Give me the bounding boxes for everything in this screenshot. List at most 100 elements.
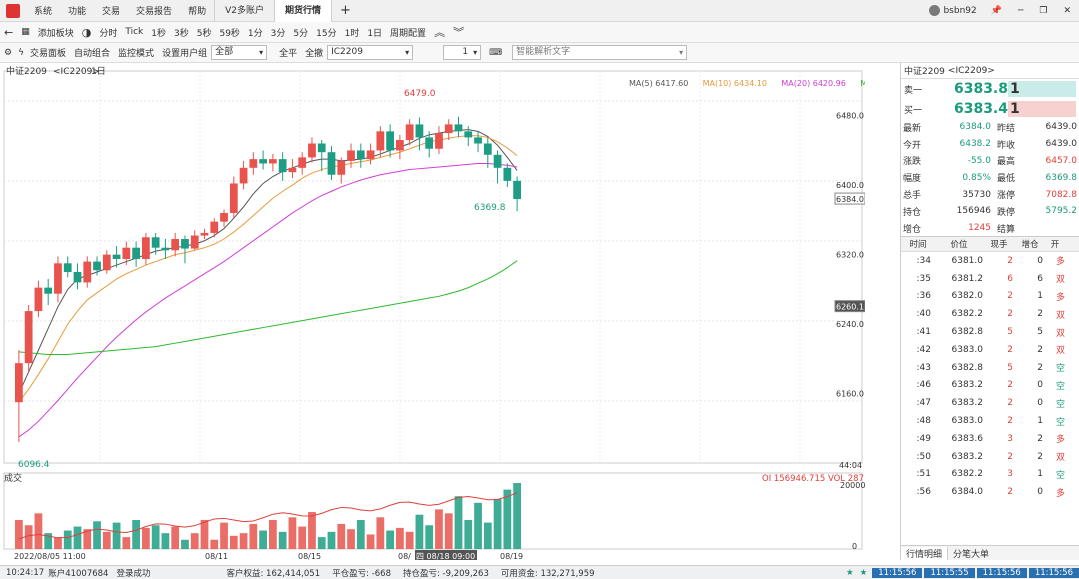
chart-svg[interactable]: 中证2209 <IC2209> 1日 MA(5) 6417.60 MA(10) 6… <box>0 63 865 560</box>
tab-multi-account[interactable]: V2多账户 <box>214 0 274 22</box>
period-1h[interactable]: 1时 <box>341 26 364 39</box>
star-icon[interactable]: ★ <box>843 568 857 578</box>
trade-cell-c: 2 <box>1037 344 1043 355</box>
trade-cell-t: :50 <box>916 451 931 462</box>
close-icon[interactable]: ✕ <box>1063 6 1071 16</box>
col-change: 增仓 <box>1021 240 1039 250</box>
trade-cell-p: 6382.2 <box>951 309 984 320</box>
volume-bar <box>386 530 394 549</box>
menu-help[interactable]: 帮助 <box>180 4 214 17</box>
period-59s[interactable]: 59秒 <box>215 26 243 39</box>
status-account: 账户41007684 <box>48 568 109 579</box>
add-block-button[interactable]: 添加板块 <box>34 26 78 39</box>
menu-trade-report[interactable]: 交易报告 <box>128 4 180 17</box>
monitor-mode-button[interactable]: 监控模式 <box>114 46 158 59</box>
price-tick: 6160.0 <box>836 390 864 399</box>
status-available: 可用资金: 132,271,959 <box>500 568 595 579</box>
volume-bar <box>34 513 43 549</box>
lightning-icon[interactable]: ϟ <box>16 48 26 58</box>
period-fenshi[interactable]: 分时 <box>95 26 121 39</box>
status-position-pnl: 持仓盈亏: -9,209,263 <box>402 568 489 579</box>
status-time: 10:24:17 <box>6 567 45 578</box>
contract-input[interactable]: IC2209 <box>327 45 414 60</box>
sell1-price[interactable]: 6383.8 <box>952 81 1008 97</box>
candle <box>63 263 72 272</box>
col-open: 开 <box>1050 240 1060 250</box>
status-login: 登录成功 <box>116 568 151 579</box>
quantity-stepper[interactable]: 1 <box>443 45 482 60</box>
trade-cell-c: 1 <box>1037 291 1043 302</box>
volume-bar <box>220 522 228 549</box>
period-5s[interactable]: 5秒 <box>193 26 216 39</box>
tab-quote-detail[interactable]: 行情明细 <box>901 546 949 560</box>
candle <box>308 143 316 158</box>
smart-parse-input[interactable]: 智能解析文字 <box>512 45 688 60</box>
add-tab-button[interactable]: + <box>332 3 359 18</box>
avatar[interactable] <box>929 5 941 16</box>
keyboard-icon[interactable]: ⌨ <box>485 48 506 58</box>
date-label: 2022/08/05 11:00 <box>14 552 86 560</box>
add-block-icon[interactable]: ▦ <box>17 27 34 37</box>
quote-label: 最新 <box>903 123 922 134</box>
trade-cell-c: 5 <box>1037 327 1043 338</box>
volume-bar <box>337 523 346 549</box>
quote-label: 总手 <box>903 191 922 202</box>
volume-bar <box>405 531 414 549</box>
period-3s[interactable]: 3秒 <box>170 26 193 39</box>
quote-value: 6384.0 <box>959 122 992 133</box>
chevron-up-icon[interactable]: ︽ <box>430 24 449 40</box>
candle <box>15 363 23 403</box>
restore-icon[interactable]: ❐ <box>1039 6 1047 16</box>
trade-panel-button[interactable]: 交易面板 <box>26 46 70 59</box>
period-1m[interactable]: 1分 <box>244 26 267 39</box>
chevron-down-icon[interactable]: ︾ <box>449 24 468 40</box>
trade-cell-p: 6383.2 <box>951 380 984 391</box>
auto-combo-button[interactable]: 自动组合 <box>70 46 114 59</box>
candle <box>386 131 394 151</box>
user-group-select[interactable]: 全部 <box>211 45 268 60</box>
volume-bar <box>288 517 297 549</box>
user-name[interactable]: bsbn92 <box>943 6 976 16</box>
period-5m[interactable]: 5分 <box>289 26 312 39</box>
candle <box>269 159 277 164</box>
tab-futures-quote[interactable]: 期货行情 <box>273 0 332 22</box>
menu-system[interactable]: 系统 <box>26 4 60 17</box>
kline-chart[interactable]: 中证2209 <IC2209> 1日 MA(5) 6417.60 MA(10) 6… <box>0 63 865 560</box>
buy1-qty[interactable]: 1 <box>1008 101 1076 117</box>
ma-legend-3: MA(60) 6312.81 <box>860 79 865 88</box>
menu-trade[interactable]: 交易 <box>94 4 128 17</box>
candle <box>288 167 297 173</box>
trade-cell-q: 6 <box>1007 273 1013 284</box>
candle <box>356 150 365 160</box>
sell1-qty[interactable]: 1 <box>1008 81 1076 97</box>
quote-value: 6438.2 <box>959 139 992 150</box>
minimize-icon[interactable]: ─ <box>1018 6 1023 16</box>
set-user-group-button[interactable]: 设置用户组 <box>158 46 211 59</box>
back-icon[interactable]: ← <box>0 26 17 39</box>
trade-cell-o: 多 <box>1055 257 1065 268</box>
period-config[interactable]: 周期配置 <box>386 26 430 39</box>
quote-row: 最新 6384.0 昨结 6439.0 <box>901 119 1079 136</box>
quote-value-2: 6439.0 <box>1045 139 1078 150</box>
ma-legend-2: MA(20) 6420.96 <box>781 79 845 88</box>
menu-function[interactable]: 功能 <box>60 4 94 17</box>
candle <box>83 261 92 283</box>
period-3m[interactable]: 3分 <box>267 26 290 39</box>
buy1-price[interactable]: 6383.4 <box>952 101 1008 117</box>
pin-icon[interactable]: 📌 <box>991 6 1002 16</box>
table-row: :47 6383.2 2 0 空 <box>901 394 1079 412</box>
star-icon-2[interactable]: ★ <box>857 568 871 578</box>
cancel-all-button[interactable]: 全撤 <box>301 46 327 59</box>
theme-toggle-icon[interactable]: ◑ <box>78 26 96 39</box>
price-tick: 6240.0 <box>836 320 864 329</box>
period-1s[interactable]: 1秒 <box>147 26 170 39</box>
trade-cell-c: 0 <box>1037 255 1043 266</box>
trade-cell-c: 0 <box>1037 380 1043 391</box>
period-1d[interactable]: 1日 <box>363 26 386 39</box>
tab-big-orders[interactable]: 分笔大单 <box>948 547 994 560</box>
close-all-button[interactable]: 全平 <box>267 46 301 59</box>
candle <box>483 143 492 155</box>
settings-icon[interactable]: ⚙ <box>0 48 16 58</box>
period-15m[interactable]: 15分 <box>312 26 340 39</box>
period-tick[interactable]: Tick <box>121 27 147 37</box>
